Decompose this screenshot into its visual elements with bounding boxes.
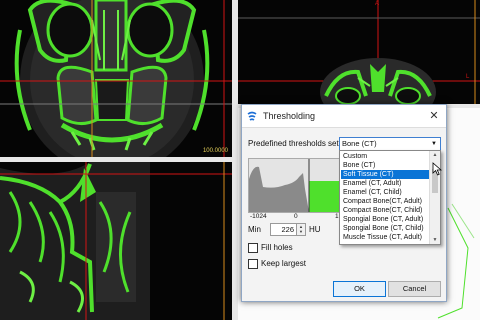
viewport-bottom[interactable] xyxy=(0,162,232,320)
option-compact-bone-adult[interactable]: Compact Bone(CT, Adult) xyxy=(341,197,429,206)
option-bone-ct[interactable]: Bone (CT) xyxy=(341,161,429,170)
lower-scan-image xyxy=(0,162,232,320)
histogram-tick-zero: 0 xyxy=(294,213,298,220)
option-soft-tissue-ct[interactable]: Soft Tissue (CT) xyxy=(341,170,429,179)
threshold-set-select[interactable]: Bone (CT) ▼ xyxy=(339,137,441,151)
thresholding-dialog: Thresholding ✕ Predefined thresholds set… xyxy=(241,104,447,302)
min-label: Min xyxy=(248,225,261,234)
viewport-axial[interactable]: A L xyxy=(238,0,480,104)
histogram-chart xyxy=(249,159,342,212)
scroll-up-icon[interactable]: ▲ xyxy=(430,151,440,159)
option-enamel-child[interactable]: Enamel (CT, Child) xyxy=(341,188,429,197)
option-custom[interactable]: Custom xyxy=(341,152,429,161)
fill-holes-checkbox[interactable] xyxy=(248,243,258,253)
viewport-divider-horizontal[interactable] xyxy=(0,157,232,162)
close-icon: ✕ xyxy=(429,110,439,122)
option-spongial-bone-adult[interactable]: Spongial Bone (CT, Adult) xyxy=(341,215,429,224)
hu-unit-label: HU xyxy=(309,225,321,234)
option-spongial-bone-child[interactable]: Spongial Bone (CT, Child) xyxy=(341,224,429,233)
cancel-button[interactable]: Cancel xyxy=(388,281,441,297)
option-compact-bone-child[interactable]: Compact Bone(CT, Child) xyxy=(341,206,429,215)
coronal-scan-image xyxy=(0,0,232,157)
predefined-label: Predefined thresholds sets: xyxy=(248,139,345,148)
stepper-down-icon[interactable]: ▼ xyxy=(297,229,305,234)
scroll-down-icon[interactable]: ▼ xyxy=(430,236,440,244)
ok-button[interactable]: OK xyxy=(333,281,386,297)
viewport-divider-vertical[interactable] xyxy=(232,0,238,320)
close-button[interactable]: ✕ xyxy=(426,108,442,124)
marker-a-label: A xyxy=(375,1,380,7)
scale-readout: 100.0000 xyxy=(202,148,228,154)
fill-holes-label: Fill holes xyxy=(261,243,293,252)
app-logo-icon xyxy=(247,111,257,121)
axial-scan-image xyxy=(238,0,480,104)
mouse-pointer-icon xyxy=(432,162,442,176)
dialog-title: Thresholding xyxy=(263,111,316,121)
min-value-stepper[interactable]: ▲ ▼ xyxy=(296,223,306,236)
chevron-down-icon[interactable]: ▼ xyxy=(429,138,439,150)
option-muscle-tissue-adult[interactable]: Muscle Tissue (CT, Adult) xyxy=(341,233,429,242)
option-enamel-adult[interactable]: Enamel (CT, Adult) xyxy=(341,179,429,188)
keep-largest-label: Keep largest xyxy=(261,259,306,268)
threshold-set-dropdown[interactable]: Custom Bone (CT) Soft Tissue (CT) Enamel… xyxy=(339,150,441,245)
histogram[interactable] xyxy=(248,158,343,213)
min-value-input[interactable]: 226 xyxy=(270,223,297,236)
viewport-coronal[interactable]: 100.0000 xyxy=(0,0,232,157)
histogram-tick-min: -1024 xyxy=(250,213,267,220)
marker-l-label: L xyxy=(466,74,470,80)
keep-largest-checkbox[interactable] xyxy=(248,259,258,269)
threshold-set-value: Bone (CT) xyxy=(342,139,377,148)
dialog-titlebar[interactable]: Thresholding ✕ xyxy=(242,105,446,128)
